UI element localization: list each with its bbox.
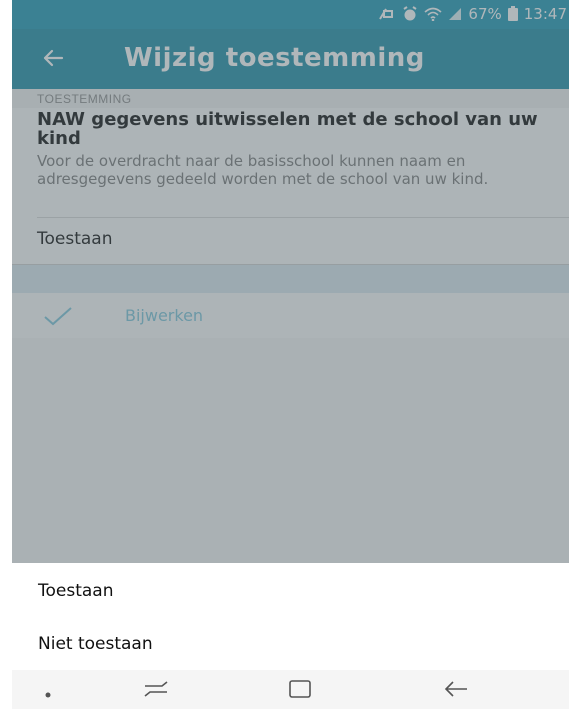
home-icon[interactable] <box>287 678 313 705</box>
back-icon[interactable] <box>442 678 470 705</box>
option-allow[interactable]: Toestaan <box>38 581 114 601</box>
system-nav-bar <box>12 670 569 709</box>
option-deny[interactable]: Niet toestaan <box>38 634 153 654</box>
phone-screen: 67% 13:47 Wijzig toestemming TOESTEMMING… <box>12 0 569 709</box>
dot-icon[interactable] <box>44 686 52 704</box>
recent-apps-icon[interactable] <box>142 678 170 705</box>
options-bottom-sheet: Toestaan Niet toestaan <box>12 563 569 670</box>
modal-scrim[interactable] <box>12 0 569 563</box>
